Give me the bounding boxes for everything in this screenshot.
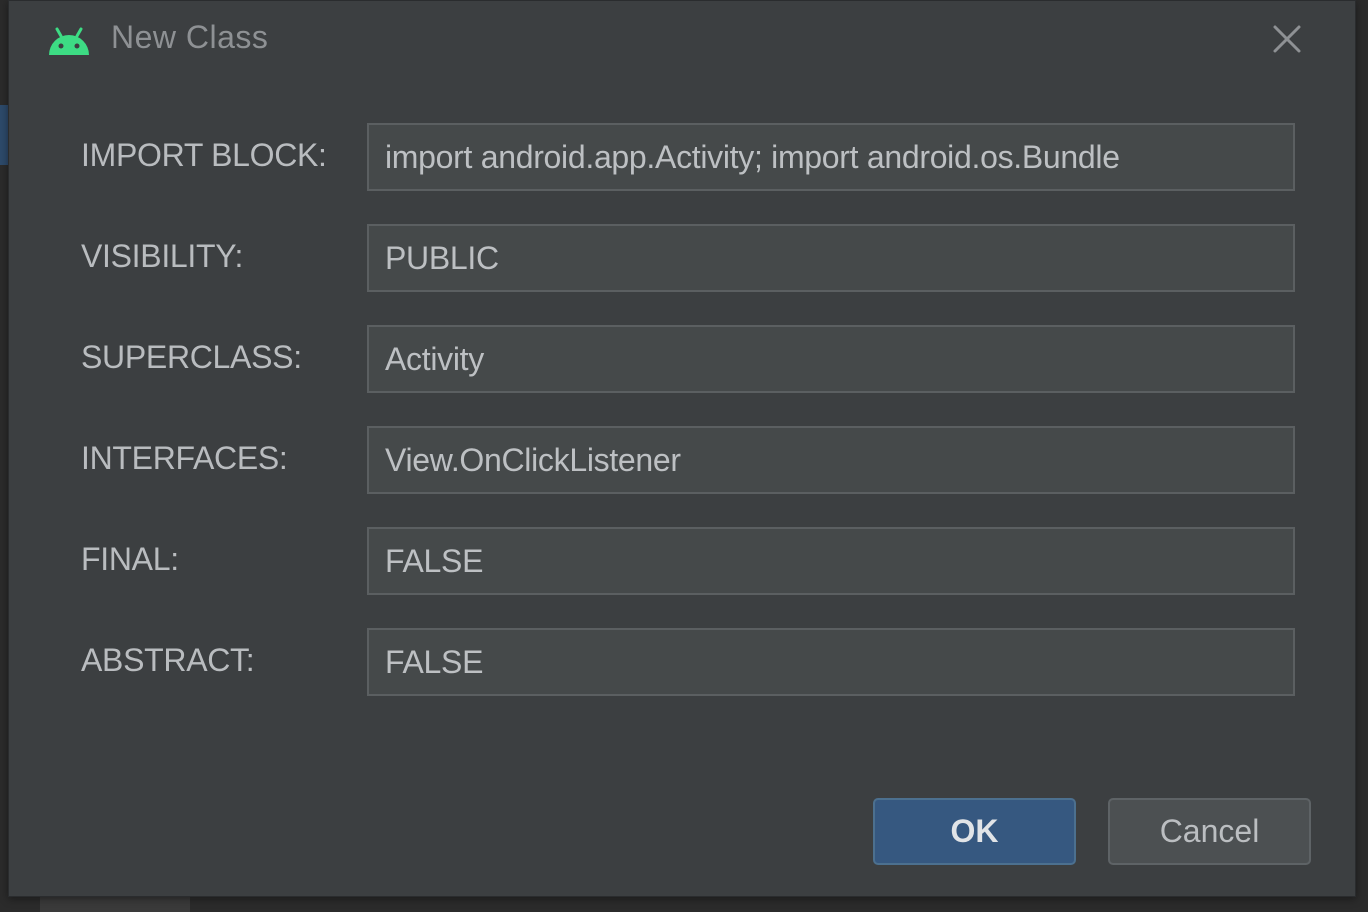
interfaces-row: INTERFACES: View.OnClickListener bbox=[9, 426, 1355, 496]
new-class-dialog: New Class IMPORT BLOCK: import android.a… bbox=[8, 0, 1356, 897]
final-row: FINAL: FALSE bbox=[9, 527, 1355, 597]
dialog-title: New Class bbox=[111, 19, 269, 55]
final-field[interactable]: FALSE bbox=[367, 527, 1295, 595]
superclass-field[interactable]: Activity bbox=[367, 325, 1295, 393]
final-label: FINAL: bbox=[81, 541, 179, 577]
abstract-row: ABSTRACT: FALSE bbox=[9, 628, 1355, 698]
import-block-field[interactable]: import android.app.Activity; import andr… bbox=[367, 123, 1295, 191]
abstract-label: ABSTRACT: bbox=[81, 642, 255, 678]
superclass-label: SUPERCLASS: bbox=[81, 339, 302, 375]
visibility-row: VISIBILITY: PUBLIC bbox=[9, 224, 1355, 294]
android-icon bbox=[49, 27, 89, 55]
visibility-field[interactable]: PUBLIC bbox=[367, 224, 1295, 292]
import-block-label: IMPORT BLOCK: bbox=[81, 137, 327, 173]
interfaces-field[interactable]: View.OnClickListener bbox=[367, 426, 1295, 494]
ok-button[interactable]: OK bbox=[873, 798, 1076, 865]
abstract-field[interactable]: FALSE bbox=[367, 628, 1295, 696]
interfaces-label: INTERFACES: bbox=[81, 440, 288, 476]
cancel-button[interactable]: Cancel bbox=[1108, 798, 1311, 865]
superclass-row: SUPERCLASS: Activity bbox=[9, 325, 1355, 395]
import-block-row: IMPORT BLOCK: import android.app.Activit… bbox=[9, 123, 1355, 193]
close-icon[interactable] bbox=[1267, 19, 1307, 59]
visibility-label: VISIBILITY: bbox=[81, 238, 244, 274]
dialog-titlebar: New Class bbox=[9, 1, 1355, 81]
